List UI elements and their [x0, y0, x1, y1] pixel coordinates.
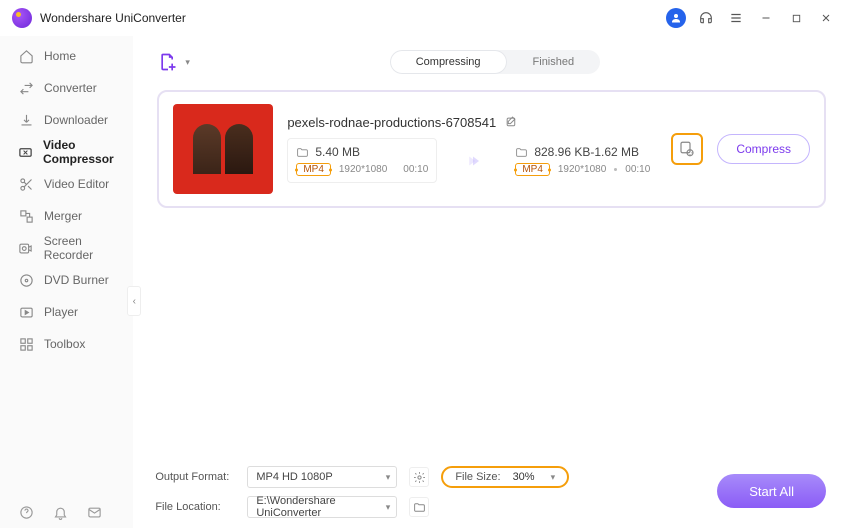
arrow-icon: [467, 152, 485, 170]
app-title: Wondershare UniConverter: [40, 11, 186, 25]
source-resolution: 1920*1080: [339, 164, 387, 175]
sidebar-item-label: Screen Recorder: [44, 234, 134, 262]
output-format-label: Output Format:: [155, 471, 235, 483]
sidebar-item-label: Downloader: [44, 113, 108, 127]
add-file-dropdown[interactable]: ▾: [185, 57, 190, 68]
home-icon: [18, 48, 34, 64]
target-resolution: 1920*1080: [558, 164, 606, 175]
edit-icon[interactable]: [504, 116, 518, 130]
sidebar-item-home[interactable]: Home: [0, 40, 133, 72]
close-button[interactable]: [814, 6, 838, 30]
user-account-icon[interactable]: [664, 6, 688, 30]
sidebar-item-label: Converter: [44, 81, 97, 95]
scissors-icon: [18, 176, 34, 192]
sidebar: Home Converter Downloader Video Compress…: [0, 36, 133, 528]
target-info: 828.96 KB-1.62 MB MP4 1920*1080 00:10: [515, 139, 665, 182]
sidebar-item-label: Home: [44, 49, 76, 63]
tab-group: Compressing Finished: [390, 50, 600, 74]
support-icon[interactable]: [694, 6, 718, 30]
sidebar-item-screen-recorder[interactable]: Screen Recorder: [0, 232, 133, 264]
converter-icon: [18, 80, 34, 96]
sidebar-item-label: DVD Burner: [44, 273, 109, 287]
compress-button[interactable]: Compress: [717, 134, 810, 164]
sidebar-item-label: Video Editor: [44, 177, 109, 191]
sidebar-item-video-compressor[interactable]: Video Compressor: [0, 136, 133, 168]
output-format-select[interactable]: MP4 HD 1080P▾: [247, 466, 397, 488]
sidebar-item-converter[interactable]: Converter: [0, 72, 133, 104]
record-icon: [18, 240, 34, 256]
disc-icon: [18, 272, 34, 288]
sidebar-item-label: Toolbox: [44, 337, 85, 351]
mail-icon[interactable]: [86, 504, 102, 520]
start-all-button[interactable]: Start All: [717, 474, 826, 508]
file-location-select[interactable]: E:\Wondershare UniConverter▾: [247, 496, 397, 518]
merger-icon: [18, 208, 34, 224]
download-icon: [18, 112, 34, 128]
compression-settings-button[interactable]: [671, 133, 703, 165]
folder-icon: [515, 146, 528, 159]
sidebar-item-toolbox[interactable]: Toolbox: [0, 328, 133, 360]
source-duration: 00:10: [403, 164, 428, 175]
tab-finished[interactable]: Finished: [507, 50, 601, 74]
file-location-label: File Location:: [155, 501, 235, 513]
help-icon[interactable]: [18, 504, 34, 520]
sidebar-item-player[interactable]: Player: [0, 296, 133, 328]
target-duration: 00:10: [625, 164, 650, 175]
folder-icon: [296, 146, 309, 159]
sidebar-item-label: Player: [44, 305, 78, 319]
bell-icon[interactable]: [52, 504, 68, 520]
sidebar-item-merger[interactable]: Merger: [0, 200, 133, 232]
video-thumbnail[interactable]: [173, 104, 273, 194]
sidebar-item-video-editor[interactable]: Video Editor: [0, 168, 133, 200]
maximize-button[interactable]: [784, 6, 808, 30]
menu-icon[interactable]: [724, 6, 748, 30]
filesize-label: File Size:: [455, 471, 500, 483]
main-panel: ▾ Compressing Finished pexels-rodnae-pro…: [133, 36, 850, 528]
play-icon: [18, 304, 34, 320]
minimize-button[interactable]: [754, 6, 778, 30]
compress-icon: [18, 144, 33, 160]
tab-compressing[interactable]: Compressing: [390, 50, 507, 74]
filesize-value: 30%: [513, 471, 535, 483]
source-info: 5.40 MB MP4 1920*1080 00:10: [287, 138, 437, 183]
target-format: MP4: [515, 163, 550, 176]
file-name: pexels-rodnae-productions-6708541: [287, 115, 496, 130]
filesize-select[interactable]: File Size: 30% ▾: [441, 466, 569, 488]
chevron-down-icon: ▾: [551, 472, 556, 483]
source-size: 5.40 MB: [315, 145, 360, 159]
sidebar-item-label: Video Compressor: [43, 138, 133, 166]
file-card: pexels-rodnae-productions-6708541 5.40 M…: [157, 90, 826, 208]
sidebar-item-downloader[interactable]: Downloader: [0, 104, 133, 136]
add-file-button[interactable]: [157, 51, 179, 73]
target-size: 828.96 KB-1.62 MB: [534, 145, 639, 159]
source-format: MP4: [296, 163, 331, 176]
open-folder-icon[interactable]: [409, 497, 429, 517]
app-logo: [12, 8, 32, 28]
sidebar-item-dvd-burner[interactable]: DVD Burner: [0, 264, 133, 296]
sidebar-item-label: Merger: [44, 209, 82, 223]
grid-icon: [18, 336, 34, 352]
settings-gear-icon[interactable]: [409, 467, 429, 487]
